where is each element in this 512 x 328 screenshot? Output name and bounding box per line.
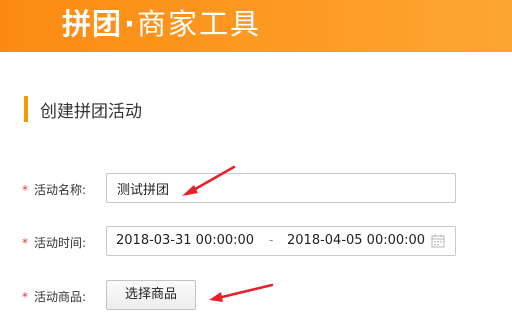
- brand-dot: ·: [124, 7, 136, 41]
- name-label-text: 活动名称:: [34, 183, 87, 197]
- time-label-text: 活动时间:: [34, 236, 87, 250]
- start-date-value[interactable]: 2018-03-31 00:00:00: [116, 227, 254, 255]
- goods-label-text: 活动商品:: [34, 290, 87, 304]
- select-goods-button[interactable]: 选择商品: [106, 280, 196, 310]
- section-accent-bar: [24, 96, 28, 122]
- brand-subtitle: 商家工具: [137, 7, 262, 41]
- field-label-name: * 活动名称:: [22, 181, 86, 198]
- form-row-name: * 活动名称:: [0, 173, 512, 203]
- brand-logo: 拼团·商家工具: [62, 6, 261, 42]
- calendar-icon[interactable]: [431, 234, 445, 248]
- end-date-value[interactable]: 2018-04-05 00:00:00: [287, 227, 425, 255]
- field-label-time: * 活动时间:: [22, 234, 86, 251]
- required-mark: *: [22, 236, 28, 250]
- required-mark: *: [22, 290, 28, 304]
- activity-name-input[interactable]: [106, 173, 456, 203]
- form-row-time: * 活动时间: 2018-03-31 00:00:00 - 2018-04-05 …: [0, 226, 512, 256]
- date-separator: -: [269, 233, 274, 247]
- top-header: 拼团·商家工具: [0, 0, 512, 52]
- brand-title-bold: 拼团: [62, 7, 123, 41]
- field-label-goods: * 活动商品:: [22, 288, 86, 305]
- required-mark: *: [22, 183, 28, 197]
- section-heading: 创建拼团活动: [24, 96, 142, 122]
- date-range-picker[interactable]: 2018-03-31 00:00:00 - 2018-04-05 00:00:0…: [106, 226, 456, 256]
- red-arrow-annotation: [182, 165, 236, 196]
- section-title: 创建拼团活动: [40, 101, 142, 122]
- red-arrow-annotation: [209, 283, 274, 302]
